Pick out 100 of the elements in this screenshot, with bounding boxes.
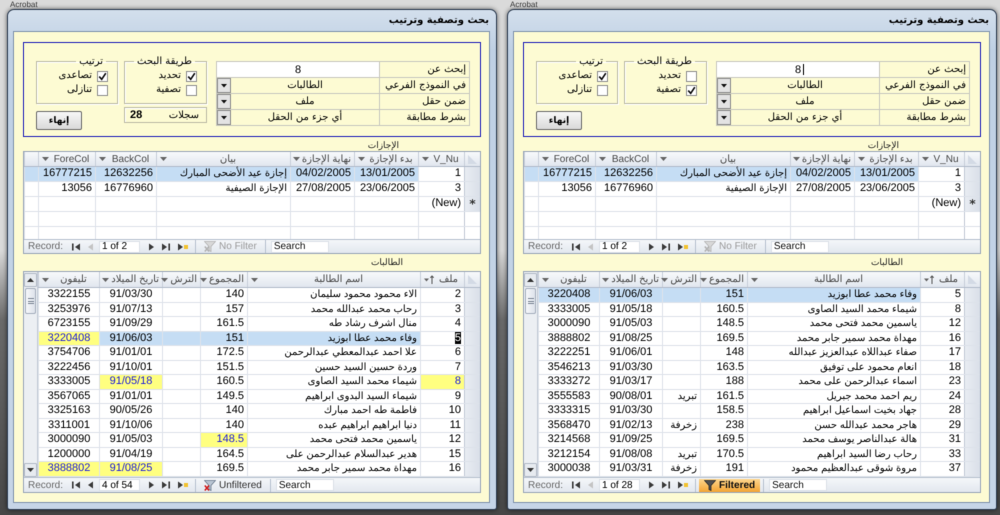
checkbox[interactable]: [597, 70, 608, 82]
triangle-square-icon[interactable]: [678, 481, 688, 489]
search-field[interactable]: Search: [770, 240, 829, 252]
column-header[interactable]: BackCol: [595, 152, 656, 166]
combo-box[interactable]: ملف: [716, 94, 879, 110]
row-selector[interactable]: [964, 332, 980, 345]
column-header[interactable]: بدء الإجازة: [854, 152, 918, 166]
row-selector[interactable]: [964, 418, 980, 432]
scrollbar[interactable]: [524, 272, 538, 477]
checkbox[interactable]: [686, 84, 697, 96]
skip-forward-icon[interactable]: [162, 481, 170, 489]
column-header[interactable]: اسم الطالبة: [747, 272, 920, 287]
row-selector[interactable]: [964, 375, 980, 388]
triangle-right-icon[interactable]: [149, 481, 154, 489]
skip-back-icon[interactable]: [572, 242, 580, 250]
record-number-field[interactable]: 1 of 28: [599, 479, 640, 491]
search-field[interactable]: Search: [276, 479, 334, 491]
new-record-selector[interactable]: *: [464, 197, 480, 211]
close-button[interactable]: إنهاء: [36, 111, 82, 130]
column-header[interactable]: تاريخ الميلاد: [99, 272, 162, 287]
skip-forward-icon[interactable]: [162, 242, 170, 250]
scrollbar[interactable]: [24, 272, 38, 477]
row-selector[interactable]: [964, 346, 980, 360]
column-header[interactable]: ForeCol: [538, 152, 595, 166]
skip-forward-icon[interactable]: [662, 242, 670, 250]
row-selector[interactable]: [964, 167, 980, 181]
combo-box[interactable]: ملف: [216, 94, 379, 110]
column-header[interactable]: اسم الطالبة: [247, 272, 420, 287]
row-selector[interactable]: [464, 433, 480, 446]
record-number-field[interactable]: 1 of 2: [599, 240, 640, 252]
row-selector[interactable]: [464, 182, 480, 196]
search-input[interactable]: 8: [717, 62, 879, 77]
row-selector[interactable]: [464, 404, 480, 418]
filter-button[interactable]: Filtered: [699, 478, 760, 492]
column-header[interactable]: بيان: [156, 152, 290, 166]
combo-box[interactable]: الطالبات: [216, 78, 379, 94]
row-selector[interactable]: [464, 317, 480, 330]
scrollbar-thumb[interactable]: [25, 288, 36, 314]
column-header[interactable]: بيان: [656, 152, 790, 166]
row-selector[interactable]: [464, 390, 480, 403]
close-button[interactable]: إنهاء: [536, 111, 582, 130]
row-selector[interactable]: [464, 288, 480, 302]
row-selector[interactable]: [464, 167, 480, 181]
select-all-button[interactable]: [964, 272, 980, 287]
column-header[interactable]: المجموع: [200, 272, 247, 287]
checkbox[interactable]: [686, 70, 697, 82]
column-header[interactable]: BackCol: [95, 152, 156, 166]
checkbox[interactable]: [186, 70, 197, 82]
checkbox[interactable]: [97, 84, 108, 96]
triangle-square-icon[interactable]: [178, 481, 188, 489]
row-selector[interactable]: [464, 346, 480, 360]
column-header[interactable]: تاريخ الميلاد: [599, 272, 662, 287]
column-header[interactable]: ملف: [420, 272, 464, 287]
skip-back-icon[interactable]: [72, 481, 80, 489]
select-all-button[interactable]: [964, 152, 980, 166]
row-selector[interactable]: [964, 462, 980, 476]
row-selector[interactable]: [464, 462, 480, 476]
row-selector[interactable]: [464, 375, 480, 388]
triangle-right-icon[interactable]: [649, 242, 654, 250]
column-header[interactable]: V_Nu: [918, 152, 964, 166]
row-selector[interactable]: [964, 404, 980, 418]
new-record-selector[interactable]: *: [964, 197, 980, 211]
row-selector[interactable]: [464, 418, 480, 432]
filter-button[interactable]: Unfiltered: [199, 478, 267, 492]
select-all-button[interactable]: [464, 272, 480, 287]
column-header[interactable]: ForeCol: [38, 152, 95, 166]
triangle-right-icon[interactable]: [149, 242, 154, 250]
row-selector[interactable]: [464, 448, 480, 461]
column-header[interactable]: ملف: [920, 272, 964, 287]
column-header[interactable]: نهاية الإجازة: [290, 152, 354, 166]
checkbox[interactable]: [97, 70, 108, 82]
combo-box[interactable]: الطالبات: [716, 78, 879, 94]
column-header[interactable]: الترش: [662, 272, 700, 287]
row-selector[interactable]: [464, 360, 480, 374]
skip-back-icon[interactable]: [72, 242, 80, 250]
record-number-field[interactable]: 4 of 54: [99, 479, 140, 491]
search-field[interactable]: Search: [769, 479, 828, 491]
column-header[interactable]: الترش: [162, 272, 200, 287]
triangle-square-icon[interactable]: [178, 242, 188, 250]
checkbox[interactable]: [597, 84, 608, 96]
row-selector[interactable]: [964, 433, 980, 446]
record-number-field[interactable]: 1 of 2: [99, 240, 140, 252]
combo-box[interactable]: أي جزء من الحقل: [216, 110, 379, 126]
row-selector[interactable]: [964, 360, 980, 374]
row-selector[interactable]: [464, 332, 480, 345]
combo-box[interactable]: أي جزء من الحقل: [716, 110, 879, 126]
select-all-button[interactable]: [464, 152, 480, 166]
search-field[interactable]: Search: [270, 240, 329, 252]
row-selector[interactable]: [964, 302, 980, 316]
row-selector[interactable]: [464, 302, 480, 316]
triangle-square-icon[interactable]: [678, 242, 688, 250]
column-header[interactable]: المجموع: [700, 272, 747, 287]
row-selector[interactable]: [964, 317, 980, 330]
checkbox[interactable]: [186, 84, 197, 96]
row-selector[interactable]: [964, 288, 980, 302]
column-header[interactable]: بدء الإجازة: [354, 152, 418, 166]
triangle-right-icon[interactable]: [649, 481, 654, 489]
column-header[interactable]: نهاية الإجازة: [790, 152, 854, 166]
row-selector[interactable]: [964, 182, 980, 196]
skip-forward-icon[interactable]: [662, 481, 670, 489]
